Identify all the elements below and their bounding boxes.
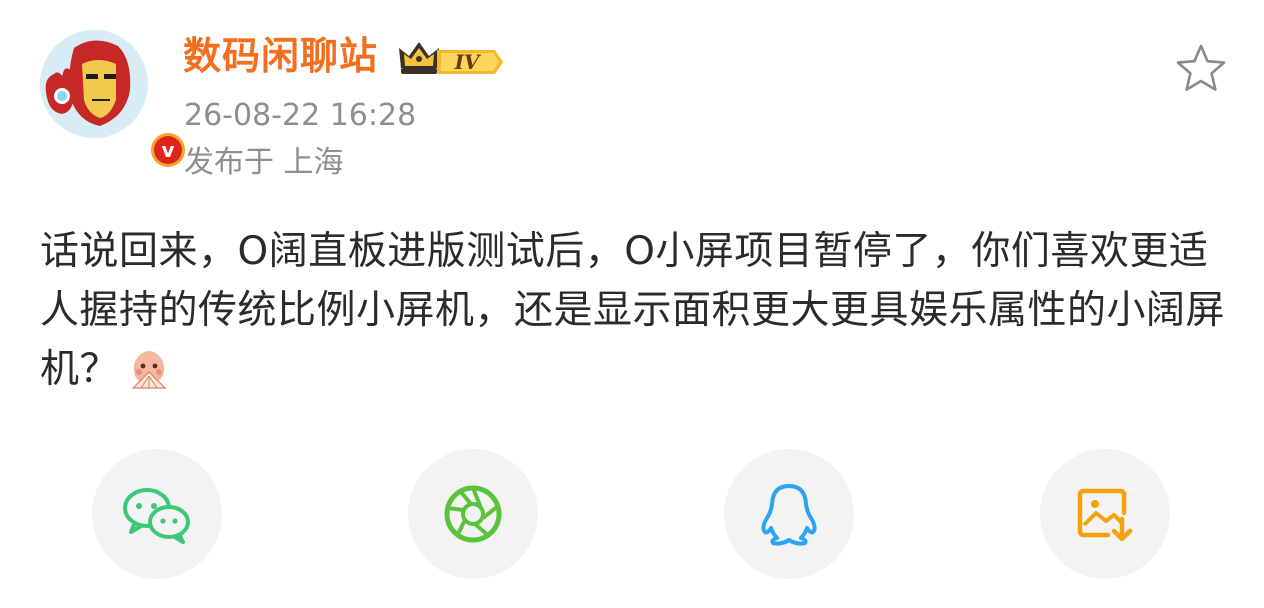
save-image-button[interactable] [1040, 449, 1170, 579]
iron-man-avatar-icon [40, 30, 148, 138]
post-location: 发布于 上海 [184, 145, 344, 180]
verified-mark: v [154, 136, 182, 164]
post-content: 话说回来，O阔直板进版测试后，O小屏项目暂停了，你们喜欢更适人握持的传统比例小屏… [40, 222, 1230, 399]
favorite-button[interactable] [1174, 42, 1228, 96]
verified-badge-icon: v [148, 130, 188, 170]
qq-penguin-icon [761, 484, 817, 546]
username[interactable]: 数码闲聊站 [183, 32, 378, 80]
post-timestamp: 26-08-22 16:28 [184, 98, 417, 133]
post-text: 话说回来，O阔直板进版测试后，O小屏项目暂停了，你们喜欢更适人握持的传统比例小屏… [40, 229, 1226, 392]
crown-icon: IV [399, 42, 503, 74]
avatar[interactable]: v [40, 30, 188, 170]
moments-aperture-icon [444, 485, 502, 543]
level-badge: IV [397, 38, 505, 78]
fan-face-emoji-icon [125, 346, 173, 390]
wechat-share-button[interactable] [92, 449, 222, 579]
level-badge-text: IV [454, 50, 482, 74]
wechat-icon [123, 488, 190, 544]
qq-share-button[interactable] [724, 449, 854, 579]
save-image-icon [1077, 488, 1133, 542]
moments-share-button[interactable] [408, 449, 538, 579]
star-icon [1176, 44, 1226, 91]
